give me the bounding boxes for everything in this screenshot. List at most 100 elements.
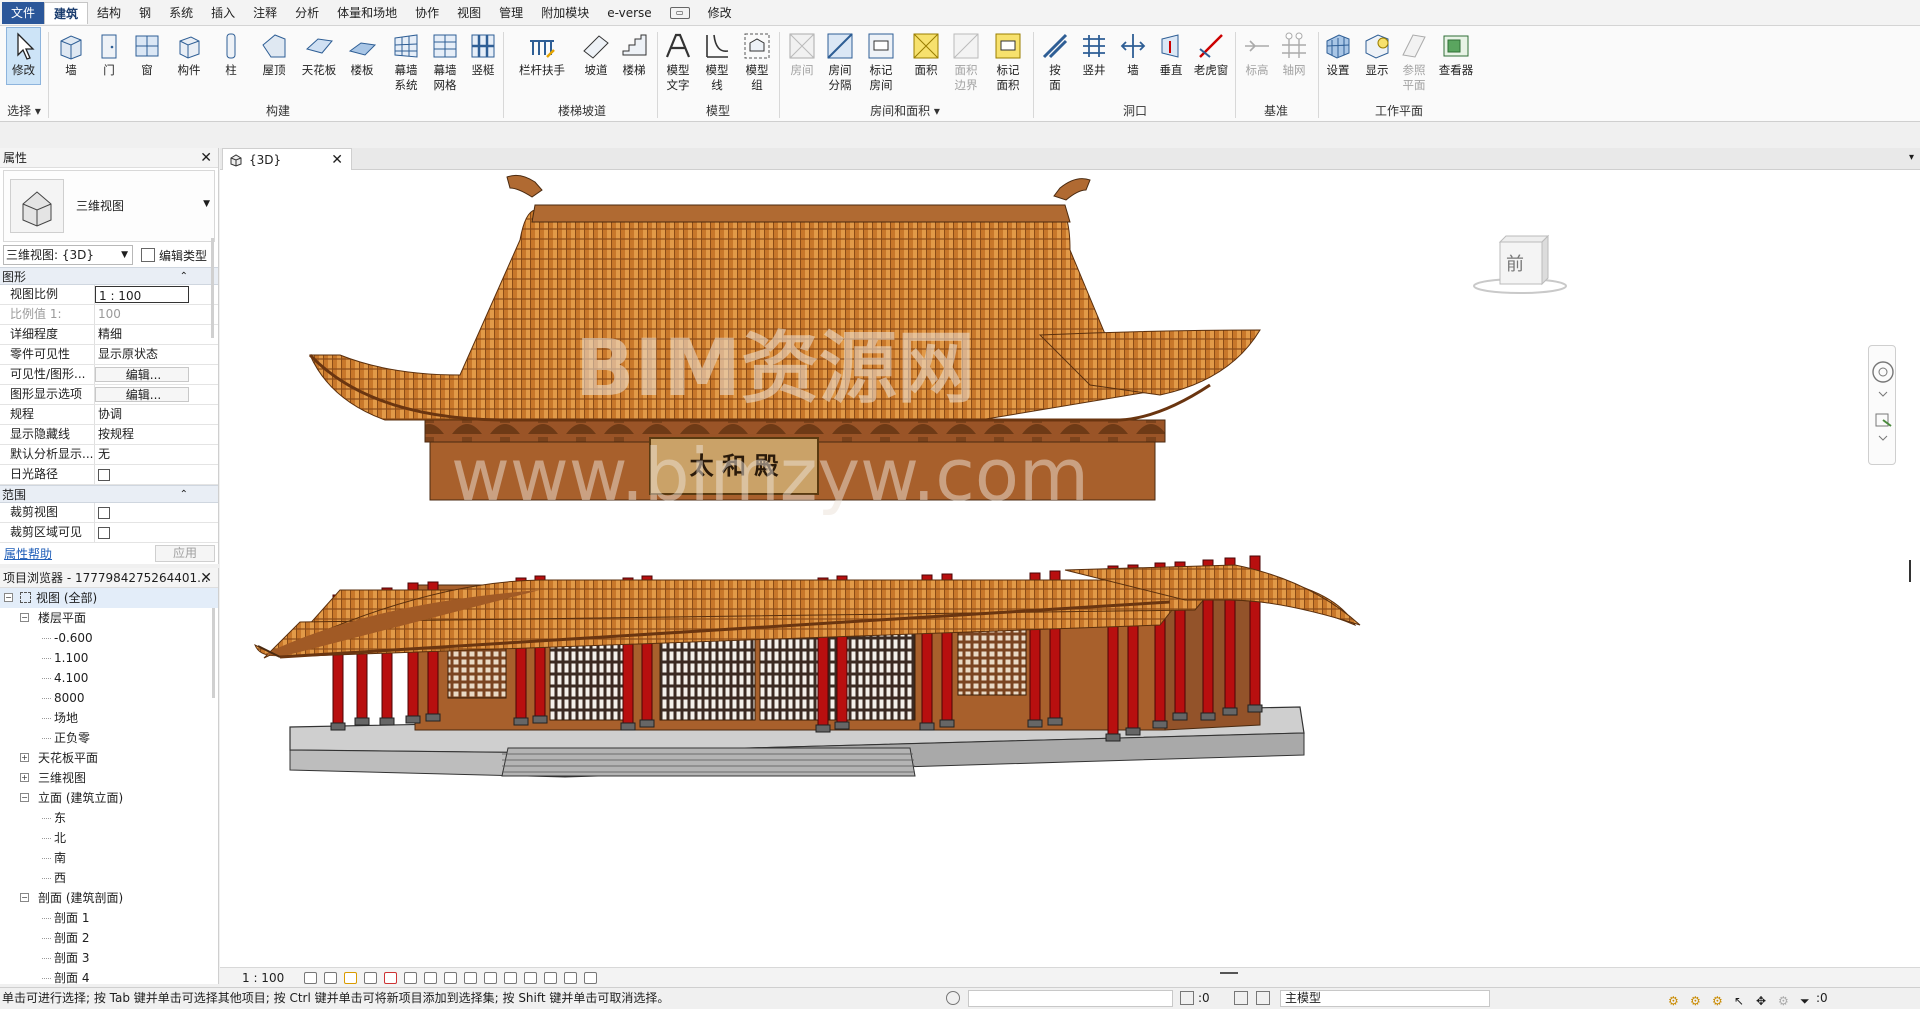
- tag-room-button[interactable]: 标记 房间: [863, 28, 899, 93]
- property-value[interactable]: 100: [95, 305, 189, 324]
- select-dropdown[interactable]: 选择 ▾: [4, 102, 44, 119]
- model-text-button[interactable]: 模型 文字: [661, 28, 695, 93]
- 3d-viewport[interactable]: 太 和 殿 BIM资源网 www.bimzyw.com 前: [220, 170, 1920, 967]
- menu-7[interactable]: 分析: [286, 2, 328, 24]
- menu-4[interactable]: 系统: [160, 2, 202, 24]
- collapse-icon[interactable]: −: [20, 613, 29, 622]
- sun-path-icon[interactable]: [344, 971, 358, 984]
- browser-node[interactable]: + 三维视图: [0, 768, 218, 788]
- browser-node[interactable]: 南: [0, 848, 218, 868]
- edit-button[interactable]: 编辑...: [95, 387, 189, 402]
- reference-plane-button[interactable]: 参照 平面: [1398, 28, 1430, 93]
- curtain-grid-button[interactable]: 幕墙 网格: [428, 28, 462, 93]
- mullion-button[interactable]: 竖梃: [467, 28, 499, 78]
- property-value[interactable]: 无: [95, 445, 189, 464]
- room-button[interactable]: 房间: [785, 28, 819, 78]
- browser-node[interactable]: − 立面 (建筑立面): [0, 788, 218, 808]
- collapse-icon[interactable]: −: [4, 593, 13, 602]
- highlight-displacement-icon[interactable]: [564, 971, 578, 984]
- area-button[interactable]: 面积: [908, 28, 944, 78]
- room-separator-button[interactable]: 房间 分隔: [822, 28, 858, 93]
- view-scale[interactable]: 1 : 100: [242, 971, 284, 985]
- graphics-section-header[interactable]: 图形 ⌃: [0, 267, 218, 285]
- view-instance-selector[interactable]: 三维视图: {3D} ▼: [3, 245, 133, 265]
- viewcube-face-label[interactable]: 前: [1506, 250, 1524, 276]
- menu-10[interactable]: 视图: [448, 2, 490, 24]
- close-tab-icon[interactable]: ✕: [331, 152, 343, 168]
- temple-3d-model[interactable]: 太 和 殿 BIM资源网 www.bimzyw.com: [220, 170, 1920, 967]
- set-workplane-button[interactable]: 设置: [1322, 28, 1354, 78]
- worksets-icon[interactable]: [946, 991, 960, 1005]
- door-button[interactable]: 门: [93, 28, 125, 78]
- browser-node[interactable]: 北: [0, 828, 218, 848]
- drag-elements-icon[interactable]: ✥: [1756, 991, 1770, 1008]
- apply-button[interactable]: 应用: [155, 544, 215, 562]
- select-links-icon[interactable]: ⚙: [1668, 991, 1682, 1008]
- model-line-button[interactable]: 模型 线: [700, 28, 734, 93]
- window-button[interactable]: 窗: [131, 28, 163, 78]
- modify-button[interactable]: 修改: [6, 27, 41, 85]
- property-value[interactable]: 协调: [95, 405, 189, 424]
- extents-section-header[interactable]: 范围 ⌃: [0, 485, 218, 503]
- select-underlay-icon[interactable]: ⚙: [1690, 991, 1704, 1008]
- ramp-button[interactable]: 坡道: [580, 28, 612, 78]
- vertical-opening-button[interactable]: 垂直: [1156, 28, 1186, 78]
- browser-node[interactable]: 剖面 3: [0, 948, 218, 968]
- browser-node[interactable]: 东: [0, 808, 218, 828]
- background-process-icon[interactable]: ⚙: [1778, 991, 1792, 1008]
- workset-dropdown[interactable]: [968, 990, 1173, 1007]
- render-icon[interactable]: [384, 971, 398, 984]
- browser-node[interactable]: 8000: [0, 688, 218, 708]
- menu-13[interactable]: e-verse: [598, 2, 660, 24]
- viewer-button[interactable]: 查看器: [1436, 28, 1476, 78]
- browser-node[interactable]: + 天花板平面: [0, 748, 218, 768]
- grid-button[interactable]: 轴网: [1278, 28, 1310, 78]
- checkbox[interactable]: [98, 526, 110, 539]
- browser-node[interactable]: 剖面 1: [0, 908, 218, 928]
- menu-6[interactable]: 注释: [244, 2, 286, 24]
- property-checkbox[interactable]: [95, 523, 189, 542]
- browser-node[interactable]: 西: [0, 868, 218, 888]
- expand-icon[interactable]: +: [20, 773, 29, 782]
- close-icon[interactable]: ✕: [200, 568, 212, 588]
- browser-node[interactable]: 4.100: [0, 668, 218, 688]
- menu-11[interactable]: 管理: [490, 2, 532, 24]
- menu-5[interactable]: 插入: [202, 2, 244, 24]
- select-by-face-icon[interactable]: ↖: [1734, 991, 1748, 1008]
- menu-12[interactable]: 附加模块: [532, 2, 598, 24]
- lock-view-icon[interactable]: [444, 971, 458, 984]
- menu-14[interactable]: 修改: [699, 2, 741, 24]
- browser-node[interactable]: 1.100: [0, 648, 218, 668]
- edit-type-button[interactable]: 编辑类型: [141, 247, 207, 264]
- tag-area-button[interactable]: 标记 面积: [990, 28, 1026, 93]
- crop-view-icon[interactable]: [404, 971, 418, 984]
- type-selector[interactable]: 三维视图 ▼: [3, 170, 215, 242]
- property-value[interactable]: 精细: [95, 325, 189, 344]
- roof-button[interactable]: 屋顶: [256, 28, 292, 78]
- shaft-button[interactable]: 竖井: [1078, 28, 1110, 78]
- browser-node[interactable]: 场地: [0, 708, 218, 728]
- railing-button[interactable]: 栏杆扶手: [515, 28, 569, 78]
- design-options-icon[interactable]: [1256, 991, 1270, 1005]
- properties-scrollbar[interactable]: [211, 238, 214, 338]
- opening-by-face-button[interactable]: 按 面: [1040, 28, 1070, 93]
- temporary-hide-icon[interactable]: [464, 971, 478, 984]
- dormer-button[interactable]: 老虎窗: [1192, 28, 1230, 78]
- show-crop-region-icon[interactable]: [424, 971, 438, 984]
- tab-3d-view[interactable]: {3D} ✕: [222, 148, 352, 170]
- filter-selection-icon[interactable]: [1180, 991, 1194, 1005]
- collapse-icon[interactable]: −: [20, 893, 29, 902]
- column-button[interactable]: 柱: [216, 28, 246, 78]
- select-pinned-icon[interactable]: ⚙: [1712, 991, 1726, 1008]
- browser-node[interactable]: − 剖面 (建筑剖面): [0, 888, 218, 908]
- property-checkbox[interactable]: [95, 503, 189, 522]
- expand-icon[interactable]: +: [20, 753, 29, 762]
- ribbon-toggle-icon[interactable]: ▭: [661, 2, 699, 24]
- close-icon[interactable]: ✕: [200, 148, 212, 168]
- reveal-hidden-icon[interactable]: [484, 971, 498, 984]
- reveal-constraints-icon[interactable]: [584, 971, 598, 984]
- menu-8[interactable]: 体量和场地: [328, 2, 406, 24]
- room-area-group-title[interactable]: 房间和面积 ▾: [782, 102, 1028, 119]
- collapse-icon[interactable]: −: [20, 793, 29, 802]
- active-workset-dropdown[interactable]: 主模型: [1280, 990, 1490, 1007]
